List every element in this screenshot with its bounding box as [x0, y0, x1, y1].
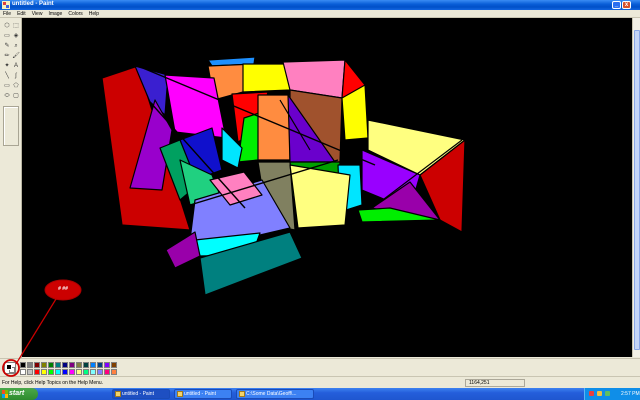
current-colors-indicator[interactable]	[4, 362, 16, 374]
palette-swatch[interactable]	[62, 369, 68, 375]
window-title: untitled - Paint	[12, 1, 54, 7]
menu-image[interactable]: Image	[45, 10, 65, 17]
palette-swatch[interactable]	[27, 369, 33, 375]
windows-flag-icon	[2, 390, 8, 398]
taskbar-button-folder[interactable]: C:\Some Data\Geoff\...	[236, 389, 314, 399]
menu-file[interactable]: File	[0, 10, 14, 17]
status-help-text: For Help, click Help Topics on the Help …	[2, 380, 104, 386]
rect-select-icon[interactable]: ⬚	[12, 22, 20, 30]
taskbar-button-label: C:\Some Data\Geoff\...	[246, 391, 297, 397]
palette-swatch[interactable]	[97, 369, 103, 375]
minimize-button[interactable]: _	[612, 1, 621, 9]
paint-app-icon	[2, 1, 10, 9]
airbrush-icon[interactable]: ✦	[3, 62, 11, 70]
pencil-icon[interactable]: ✏	[3, 52, 11, 60]
menu-edit[interactable]: Edit	[14, 10, 29, 17]
palette-swatch[interactable]	[104, 362, 110, 368]
palette-swatch[interactable]	[97, 362, 103, 368]
menu-help[interactable]: Help	[86, 10, 102, 17]
palette-swatch[interactable]	[55, 369, 61, 375]
canvas-drawing	[101, 56, 466, 296]
palette-swatch[interactable]	[62, 362, 68, 368]
eraser-icon[interactable]: ▭	[3, 32, 11, 40]
palette-swatch[interactable]	[48, 362, 54, 368]
taskbar: start untitled - Paint untitled - Paint …	[0, 388, 640, 400]
palette-swatch[interactable]	[76, 362, 82, 368]
palette-swatch[interactable]	[34, 362, 40, 368]
palette-swatch[interactable]	[90, 369, 96, 375]
palette-swatch[interactable]	[69, 362, 75, 368]
close-button[interactable]: x	[622, 1, 631, 9]
palette-swatch[interactable]	[20, 369, 26, 375]
toolbox: ⬡ ⬚ ▭ ◈ ✎ ⌕ ✏ 🖌 ✦ A ╲ ∫ ▭ ⬠ ⬭ ▢	[0, 18, 22, 358]
line-icon[interactable]: ╲	[3, 72, 11, 80]
palette-swatch[interactable]	[90, 362, 96, 368]
palette-swatch[interactable]	[27, 362, 33, 368]
tray-yellow-icon[interactable]	[597, 391, 602, 396]
paint-task-icon	[115, 391, 121, 397]
status-bar: For Help, click Help Topics on the Help …	[0, 376, 640, 388]
folder-task-icon	[239, 391, 245, 397]
palette-swatch[interactable]	[34, 369, 40, 375]
tray-red-icon[interactable]	[589, 391, 594, 396]
palette-swatch[interactable]	[83, 369, 89, 375]
palette-swatch[interactable]	[111, 369, 117, 375]
annotation-label: # ##	[58, 286, 68, 292]
palette-swatch[interactable]	[41, 362, 47, 368]
palette-swatch[interactable]	[69, 369, 75, 375]
magnifier-icon[interactable]: ⌕	[12, 42, 20, 50]
polygon-icon[interactable]: ⬠	[12, 82, 20, 90]
free-select-icon[interactable]: ⬡	[3, 22, 11, 30]
shape-lightyellow-bottom	[289, 164, 351, 229]
drawing-canvas[interactable]	[22, 18, 632, 357]
palette-swatch[interactable]	[111, 362, 117, 368]
taskbar-button-label: untitled - Paint	[184, 391, 216, 397]
taskbar-button-paint-1[interactable]: untitled - Paint	[112, 389, 170, 399]
shape-yellow-top	[242, 63, 291, 93]
menu-colors[interactable]: Colors	[65, 10, 85, 17]
ellipse-icon[interactable]: ⬭	[3, 92, 11, 100]
taskbar-button-label: untitled - Paint	[122, 391, 154, 397]
palette-swatch[interactable]	[55, 362, 61, 368]
rounded-rect-icon[interactable]: ▢	[12, 92, 20, 100]
palette-swatch[interactable]	[83, 362, 89, 368]
taskbar-button-paint-2[interactable]: untitled - Paint	[174, 389, 232, 399]
title-bar[interactable]: untitled - Paint _ □ x	[0, 0, 640, 10]
vertical-scroll-thumb[interactable]	[634, 30, 640, 350]
text-icon[interactable]: A	[12, 62, 20, 70]
shape-purple-bottom	[165, 231, 201, 269]
menu-view[interactable]: View	[29, 10, 46, 17]
fill-icon[interactable]: ◈	[12, 32, 20, 40]
menu-bar: File Edit View Image Colors Help	[0, 10, 640, 18]
palette-swatch[interactable]	[41, 369, 47, 375]
palette-swatch[interactable]	[104, 369, 110, 375]
pick-color-icon[interactable]: ✎	[3, 42, 11, 50]
start-button[interactable]: start	[0, 388, 38, 400]
foreground-color	[6, 364, 12, 370]
tool-options-box[interactable]	[3, 106, 19, 146]
start-label: start	[9, 390, 25, 397]
system-tray: 2:57 PM	[584, 388, 640, 400]
tray-green-icon[interactable]	[605, 391, 610, 396]
status-coordinates: 1164,251	[465, 379, 525, 387]
rectangle-icon[interactable]: ▭	[3, 82, 11, 90]
paint-task-icon	[177, 391, 183, 397]
color-palette	[0, 358, 640, 376]
curve-icon[interactable]: ∫	[12, 72, 20, 80]
vertical-scrollbar[interactable]	[632, 18, 640, 357]
palette-swatch[interactable]	[48, 369, 54, 375]
palette-swatch[interactable]	[76, 369, 82, 375]
palette-swatch[interactable]	[20, 362, 26, 368]
taskbar-clock: 2:57 PM	[621, 391, 640, 397]
brush-icon[interactable]: 🖌	[12, 52, 20, 60]
